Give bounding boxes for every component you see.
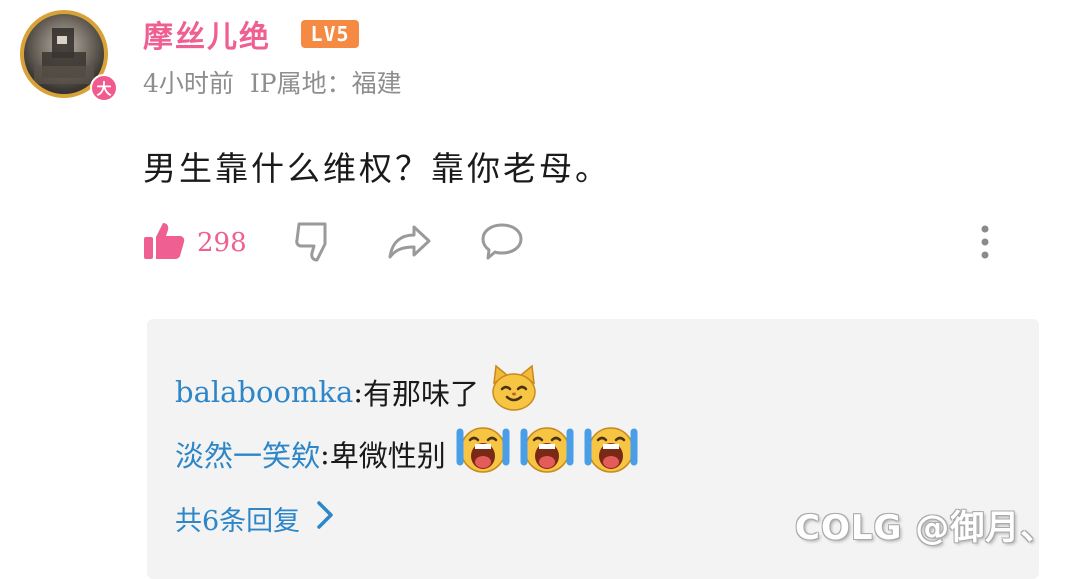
thumbs-up-icon	[143, 221, 185, 265]
avatar-container[interactable]: 大	[20, 10, 118, 102]
reply-button[interactable]	[480, 220, 524, 266]
comment-time: 4小时前	[143, 69, 234, 98]
level-badge: LV5	[301, 20, 359, 48]
chevron-right-icon	[316, 500, 334, 537]
more-replies-label: 共6条回复	[175, 506, 301, 537]
dislike-button[interactable]	[295, 220, 337, 266]
crying-emoji-icon	[520, 424, 574, 483]
crying-emoji-icon	[456, 424, 510, 483]
like-count: 298	[197, 228, 247, 258]
ip-location: IP属地：福建	[249, 69, 402, 98]
crying-emoji-icon	[584, 424, 638, 483]
like-button[interactable]: 298	[143, 220, 247, 266]
reply-username[interactable]: balaboomka	[175, 375, 353, 409]
more-vertical-icon	[975, 221, 995, 265]
more-options-button[interactable]	[975, 220, 995, 266]
reply-separator: :	[320, 436, 330, 471]
author-name[interactable]: 摩丝儿绝	[143, 12, 271, 56]
watermark: COLG @御月、	[795, 508, 1056, 548]
comment-icon	[480, 221, 524, 265]
comment-text: 男生靠什么维权？靠你老母。	[143, 149, 611, 188]
reply-item[interactable]: 淡然一笑欸: 卑微性别	[175, 424, 638, 483]
reply-username[interactable]: 淡然一笑欸	[175, 433, 320, 475]
comment-meta: 4小时前 IP属地：福建	[143, 64, 418, 100]
thumbs-down-icon	[295, 220, 337, 266]
reply-text: 有那味了	[363, 376, 480, 411]
share-button[interactable]	[386, 220, 432, 266]
reply-item[interactable]: balaboomka: 有那味了	[175, 363, 539, 420]
reply-text: 卑微性别	[329, 438, 446, 473]
action-bar: 298	[143, 220, 1043, 266]
share-icon	[386, 221, 432, 265]
cat-emoji-icon	[489, 363, 539, 420]
avatar-badge: 大	[90, 74, 118, 102]
reply-separator: :	[353, 374, 364, 409]
view-more-replies-link[interactable]: 共6条回复	[175, 499, 334, 538]
